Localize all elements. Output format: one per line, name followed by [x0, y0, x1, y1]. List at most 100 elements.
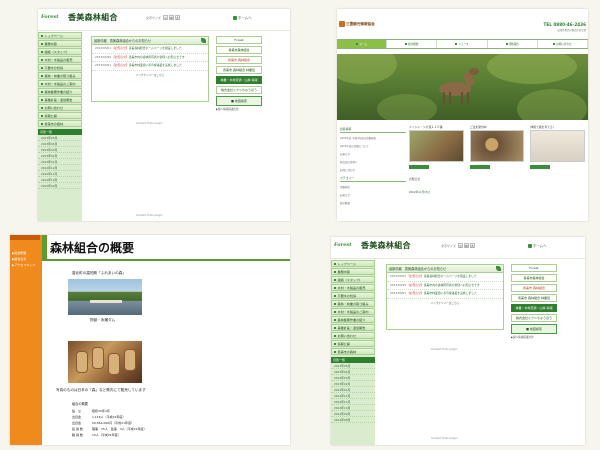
news-date: 2013/04/20 [390, 282, 407, 287]
card-title: ご注文受付中 [469, 125, 487, 129]
font-size-small-button[interactable]: 小 [162, 15, 168, 20]
news-text[interactable]: 香美森林組合ホームページを開設しました [424, 274, 477, 278]
news-text[interactable]: 香美市内の森林所有者の皆様へお知らせです [424, 283, 480, 287]
nav-item[interactable]: 組織（スタッフ） [331, 276, 375, 283]
nav-item[interactable]: 業務内容 [331, 268, 375, 275]
nav-tab[interactable]: 活動報告 [488, 40, 538, 48]
left-item[interactable]: 組合概要 [340, 201, 406, 205]
banner-company[interactable]: 株式会社ミクニちゅうほう [511, 314, 557, 322]
nav-item[interactable]: 木材・木製品の販売 [331, 284, 375, 291]
home-link[interactable]: ホームへ [233, 15, 251, 20]
feature-card[interactable]: ご注文受付中 [469, 125, 525, 169]
nav-item[interactable]: 香美市の森林 [38, 120, 82, 127]
nav-item[interactable]: 組織（スタッフ） [38, 48, 82, 55]
forest-logo[interactable]: Forest [41, 14, 59, 20]
news-more-link[interactable]: バックナンバーはこちら [92, 73, 208, 77]
home-link[interactable]: ホームへ [528, 243, 546, 248]
banner-forestry-team[interactable]: 香美市 森林組合 林業班 [511, 294, 557, 302]
nav-item[interactable]: 森林・林業の取り組み [331, 300, 375, 307]
nav-item[interactable]: トップページ [331, 260, 375, 267]
banner-forest[interactable]: Forest [511, 264, 557, 272]
left-item[interactable]: お問い合わせ [340, 168, 406, 172]
news-text[interactable]: 香美森林組合ホームページを開設しました [129, 46, 182, 50]
banner-kami[interactable]: 香美市 森林組合 [216, 56, 262, 64]
nav-tab[interactable]: ホーム [337, 40, 388, 48]
nav-item[interactable]: 森林整備作業の紹介 [38, 88, 82, 95]
font-size-label: 文字サイズ [146, 15, 161, 20]
font-size-medium-button[interactable]: 中 [168, 15, 174, 20]
privacy-link[interactable]: ▶個人情報保護方針 [511, 335, 557, 339]
left-item[interactable]: 2022年度 令和4年度の活動報告 [340, 136, 406, 140]
nav-item[interactable]: 森林整備作業の紹介 [331, 316, 375, 323]
card-more-button[interactable] [409, 165, 429, 169]
feature-card[interactable]: イノシシ・シカ罠１１０番 [409, 125, 464, 169]
map-search-badge[interactable]: ■ 地図検索 [216, 96, 262, 106]
nav-item[interactable]: 情報公開 [38, 112, 82, 119]
corporate-logo[interactable]: 三豊観光情報協会 [339, 21, 375, 27]
left-item[interactable]: 活動報告 [340, 185, 406, 189]
home-icon [528, 243, 532, 248]
nav-item[interactable]: 森林・林業の取り組み [38, 72, 82, 79]
left-item[interactable]: 組合員の皆様へ [340, 160, 406, 164]
nav-item[interactable]: トップページ [38, 32, 82, 39]
banner-association[interactable]: 香美市森林組合 [216, 46, 262, 54]
sidebar-link[interactable]: ▶組合沿革 [12, 257, 26, 261]
archive-item[interactable]: 2012年09月 [38, 183, 82, 189]
news-subheading: 香美森林組合からのお知らせ [404, 267, 447, 271]
news-tag: 【お知らせ】 [112, 63, 129, 68]
nav-item[interactable]: 不要木の伐採 [38, 64, 82, 71]
left-item[interactable]: お知らせ [340, 152, 406, 156]
nav-item[interactable]: 木材・木製品のご案内 [38, 80, 82, 87]
banner-timber-info[interactable]: 林業・木材流通・山林 情報 [216, 76, 262, 84]
archive-item[interactable]: 2012年08月 [331, 417, 375, 423]
news-row[interactable]: 2013/05/01 【お知らせ】香美森林組合ホームページを開設しました [387, 273, 503, 282]
map-badge-label: 地図検索 [234, 99, 247, 103]
banner-forestry-team[interactable]: 香美市 森林組合 林業班 [216, 66, 262, 74]
left-item[interactable]: 2021年度の活動について [340, 144, 406, 148]
privacy-link[interactable]: ▶個人情報保護方針 [216, 107, 262, 111]
feature-card[interactable]: 仲間で森を育てる！ [530, 125, 586, 169]
nav-item[interactable]: 事業計画・運営報告 [38, 96, 82, 103]
nav-tab[interactable]: ニュース [437, 40, 488, 48]
banner-company[interactable]: 株式会社ミクニちゅうほう [216, 86, 262, 94]
map-search-badge[interactable]: ■ 地図検索 [511, 324, 557, 334]
news-row[interactable]: 2013/04/20 【お知らせ】香美市内の森林所有者の皆様へお知らせです [387, 282, 503, 291]
nav-item[interactable]: お問い合わせ [38, 104, 82, 111]
news-row[interactable]: 2013/04/20 【お知らせ】香美市内の森林所有者の皆様へお知らせです [92, 54, 208, 63]
site-title[interactable]: 香美森林組合 [68, 12, 118, 23]
news-row[interactable]: 2013/05/01 【お知らせ】香美森林組合ホームページを開設しました [92, 45, 208, 54]
news-text[interactable]: 香美市林業担い手育成事業を実施しました [129, 63, 182, 67]
left-item[interactable]: お知らせ [340, 193, 406, 197]
banner-association[interactable]: 香美市森林組合 [511, 274, 557, 282]
font-size-large-button[interactable]: 大 [174, 15, 180, 20]
nav-item[interactable]: お問い合わせ [331, 332, 375, 339]
news-row[interactable]: 2013/04/01 【お知らせ】香美市林業担い手育成事業を実施しました [92, 62, 208, 71]
nav-item[interactable]: 情報公開 [331, 340, 375, 347]
font-size-small-button[interactable]: 小 [457, 243, 463, 248]
font-size-medium-button[interactable]: 中 [463, 243, 469, 248]
card-more-button[interactable] [469, 165, 490, 169]
hero-deer-photo [337, 54, 588, 120]
site-title[interactable]: 香美森林組合 [361, 240, 411, 251]
banner-kami[interactable]: 香美市 森林組合 [511, 284, 557, 292]
banner-timber-info[interactable]: 林業・木材流通・山林 情報 [511, 304, 557, 312]
font-size-large-button[interactable]: 大 [469, 243, 475, 248]
nav-item[interactable]: 木材・木製品のご案内 [331, 308, 375, 315]
forest-logo[interactable]: Forest [334, 242, 352, 248]
nav-item[interactable]: 業務内容 [38, 40, 82, 47]
nav-tab[interactable]: お問い合わせ [538, 40, 588, 48]
news-more-link[interactable]: バックナンバーはこちら [387, 301, 503, 305]
nav-item[interactable]: 香美市の森林 [331, 348, 375, 355]
nav-item[interactable]: 木材・木製品の販売 [38, 56, 82, 63]
sidebar-link[interactable]: ▶組合概要 [12, 251, 26, 255]
news-row[interactable]: 2013/04/01 【お知らせ】香美市林業担い手育成事業を実施しました [387, 290, 503, 299]
nav-tab[interactable]: 組合概要 [387, 40, 438, 48]
nav-item[interactable]: 事業計画・運営報告 [331, 324, 375, 331]
notice-date[interactable]: 2022年11月15日 [409, 190, 430, 194]
banner-forest[interactable]: Forest [216, 36, 262, 44]
news-text[interactable]: 香美市内の森林所有者の皆様へお知らせです [129, 55, 185, 59]
card-more-button[interactable] [530, 165, 551, 169]
nav-item[interactable]: 不要木の伐採 [331, 292, 375, 299]
news-text[interactable]: 香美市林業担い手育成事業を実施しました [424, 291, 477, 295]
sidebar-link[interactable]: ▶アクセスマップ [12, 263, 35, 267]
